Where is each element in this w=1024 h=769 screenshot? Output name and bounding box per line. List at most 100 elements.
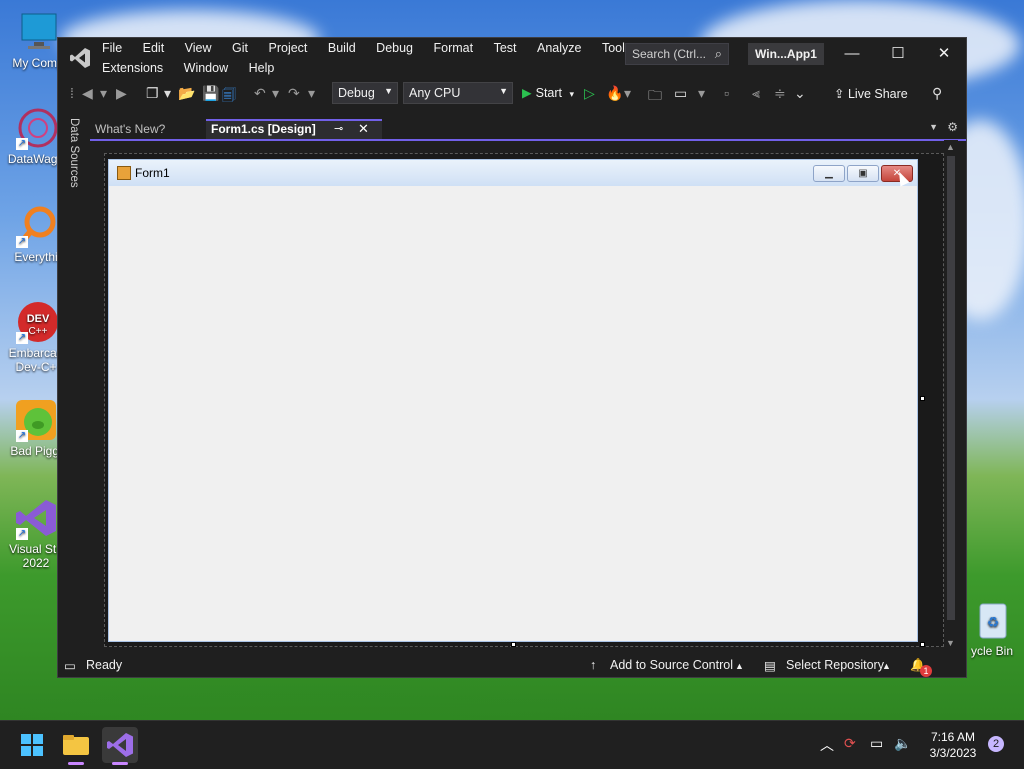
resize-handle-right[interactable] xyxy=(920,396,925,401)
form1-design[interactable]: Form1 ▁ ▣ ✕ xyxy=(108,159,918,642)
shortcut-arrow-icon: ↗ xyxy=(16,528,28,540)
resize-handle-corner[interactable] xyxy=(920,642,925,647)
clock-time: 7:16 AM xyxy=(930,730,976,744)
scroll-down-icon[interactable]: ▼ xyxy=(946,638,955,648)
desktop-icon-recycle-bin[interactable]: ♻ ycle Bin xyxy=(960,598,1024,658)
tab-form1-design[interactable]: Form1.cs [Design] ⊸ ✕ xyxy=(206,119,382,139)
menu-edit[interactable]: Edit xyxy=(143,41,165,55)
back-icon[interactable]: ◀ xyxy=(82,85,93,102)
notification-center-badge[interactable]: 2 xyxy=(988,736,1004,752)
status-bar: ▭ Ready ↑ Add to Source Control ▲ ▤ Sele… xyxy=(58,655,966,677)
menu-extensions[interactable]: Extensions xyxy=(102,61,163,75)
chevron-down-icon[interactable]: ▾ xyxy=(698,85,705,102)
tab-whats-new[interactable]: What's New? xyxy=(90,119,204,139)
volume-icon[interactable]: 🔈 xyxy=(894,735,911,752)
add-source-control-button[interactable]: Add to Source Control xyxy=(610,658,733,672)
resize-handle-bottom[interactable] xyxy=(511,642,516,647)
vertical-scrollbar[interactable]: ▲ ▼ xyxy=(944,140,958,650)
taskbar-file-explorer[interactable] xyxy=(58,727,94,765)
chevron-down-icon[interactable]: ▾ xyxy=(308,85,315,102)
menu-build[interactable]: Build xyxy=(328,41,356,55)
form-maximize-button[interactable]: ▣ xyxy=(847,165,879,182)
platform-dropdown[interactable]: Any CPU ▼ xyxy=(403,82,513,104)
open-folder-icon[interactable]: 📂 xyxy=(178,85,195,102)
align-left-icon[interactable]: ⫷ xyxy=(752,85,760,102)
menu-format[interactable]: Format xyxy=(434,41,474,55)
svg-text:DEV: DEV xyxy=(27,313,50,325)
notification-count-badge: 1 xyxy=(920,665,932,677)
configuration-dropdown[interactable]: Debug ▼ xyxy=(332,82,398,104)
up-arrow-icon: ↑ xyxy=(590,658,597,672)
select-repository-button[interactable]: Select Repository xyxy=(786,658,884,672)
menu-bar-row2: Extensions Window Help xyxy=(102,61,291,75)
search-label: Search (Ctrl... xyxy=(632,47,707,61)
menu-view[interactable]: View xyxy=(185,41,212,55)
chevron-down-icon[interactable]: ▾ xyxy=(100,85,107,102)
folder-icon xyxy=(63,735,89,755)
network-icon[interactable]: ▭ xyxy=(870,735,883,752)
hot-reload-icon[interactable]: 🔥 xyxy=(606,85,623,102)
pin-icon[interactable]: ⊸ xyxy=(334,121,343,137)
solution-name-badge[interactable]: Win...App1 xyxy=(748,43,824,65)
menu-analyze[interactable]: Analyze xyxy=(537,41,581,55)
output-icon[interactable]: ▭ xyxy=(64,658,76,673)
new-project-icon[interactable]: ❐ xyxy=(146,85,159,102)
feedback-icon[interactable]: ⚲ xyxy=(932,85,942,102)
grip-icon: ⁞ xyxy=(70,85,74,101)
undo-icon[interactable]: ↶ xyxy=(254,85,266,102)
tab-order-icon[interactable]: ▫ xyxy=(724,85,729,101)
shortcut-arrow-icon: ↗ xyxy=(16,430,28,442)
visual-studio-window: File Edit View Git Project Build Debug F… xyxy=(57,37,967,678)
search-box[interactable]: Search (Ctrl... ⌕ xyxy=(625,43,729,65)
update-icon[interactable]: ⟳ xyxy=(844,735,856,752)
close-button[interactable]: ✕ xyxy=(921,40,967,68)
clock[interactable]: 7:16 AM 3/3/2023 xyxy=(922,729,984,761)
minimize-button[interactable]: — xyxy=(829,40,875,68)
chevron-up-icon[interactable]: ▲ xyxy=(735,661,744,671)
chevron-down-icon[interactable]: ▾ xyxy=(272,85,279,102)
tab-list-dropdown-icon[interactable]: ▼ xyxy=(929,122,938,132)
live-share-button[interactable]: ⇪ Live Share xyxy=(834,86,908,101)
magnifier-icon: ↗ xyxy=(14,204,58,248)
tab-label: What's New? xyxy=(95,122,166,136)
monitor-icon xyxy=(16,10,60,54)
menu-help[interactable]: Help xyxy=(249,61,275,75)
maximize-button[interactable]: ☐ xyxy=(875,40,921,68)
taskbar-visual-studio[interactable] xyxy=(102,727,138,765)
scrollbar-thumb[interactable] xyxy=(947,156,955,620)
chevron-up-icon[interactable]: ︿ xyxy=(820,735,834,755)
scroll-up-icon[interactable]: ▲ xyxy=(946,142,955,152)
form-title: Form1 xyxy=(135,166,170,180)
form-title-bar[interactable]: Form1 ▁ ▣ ✕ xyxy=(109,160,917,186)
tab-label: Form1.cs [Design] xyxy=(211,122,316,136)
live-share-label: Live Share xyxy=(847,87,908,101)
menu-project[interactable]: Project xyxy=(269,41,308,55)
save-icon[interactable]: 💾 xyxy=(202,85,219,102)
layout-icon[interactable]: ▭ xyxy=(674,85,687,102)
repository-icon: ▤ xyxy=(764,659,776,673)
chevron-down-icon[interactable]: ▾ xyxy=(164,85,171,102)
start-debugging-button[interactable]: ▶ Start ▾ xyxy=(522,85,574,100)
devcpp-icon: DEV C++ ↗ xyxy=(14,300,58,344)
save-all-icon[interactable]: 🗐 xyxy=(222,85,236,109)
start-without-debugging-icon[interactable]: ▷ xyxy=(584,85,595,102)
chevron-up-icon[interactable]: ▲ xyxy=(882,661,891,671)
menu-file[interactable]: File xyxy=(102,41,122,55)
data-sources-side-tab[interactable]: Data Sources xyxy=(64,118,80,188)
align-center-icon[interactable]: ≑ xyxy=(774,85,786,102)
forward-icon[interactable]: ▶ xyxy=(116,85,127,102)
chevron-down-icon: ▾ xyxy=(569,89,575,99)
search-icon: ⌕ xyxy=(714,46,722,61)
menu-git[interactable]: Git xyxy=(232,41,248,55)
redo-icon[interactable]: ↷ xyxy=(288,85,300,102)
form-minimize-button[interactable]: ▁ xyxy=(813,165,845,182)
gear-icon[interactable]: ⚙ xyxy=(947,120,958,134)
close-icon[interactable]: ✕ xyxy=(358,121,369,137)
toolbar-overflow-icon[interactable]: ⌄ xyxy=(794,85,806,102)
start-button[interactable] xyxy=(14,727,50,763)
browse-folder-icon[interactable]: 🗀 xyxy=(648,85,662,109)
chevron-down-icon[interactable]: ▾ xyxy=(624,85,631,102)
menu-window[interactable]: Window xyxy=(184,61,228,75)
menu-debug[interactable]: Debug xyxy=(376,41,413,55)
menu-test[interactable]: Test xyxy=(494,41,517,55)
